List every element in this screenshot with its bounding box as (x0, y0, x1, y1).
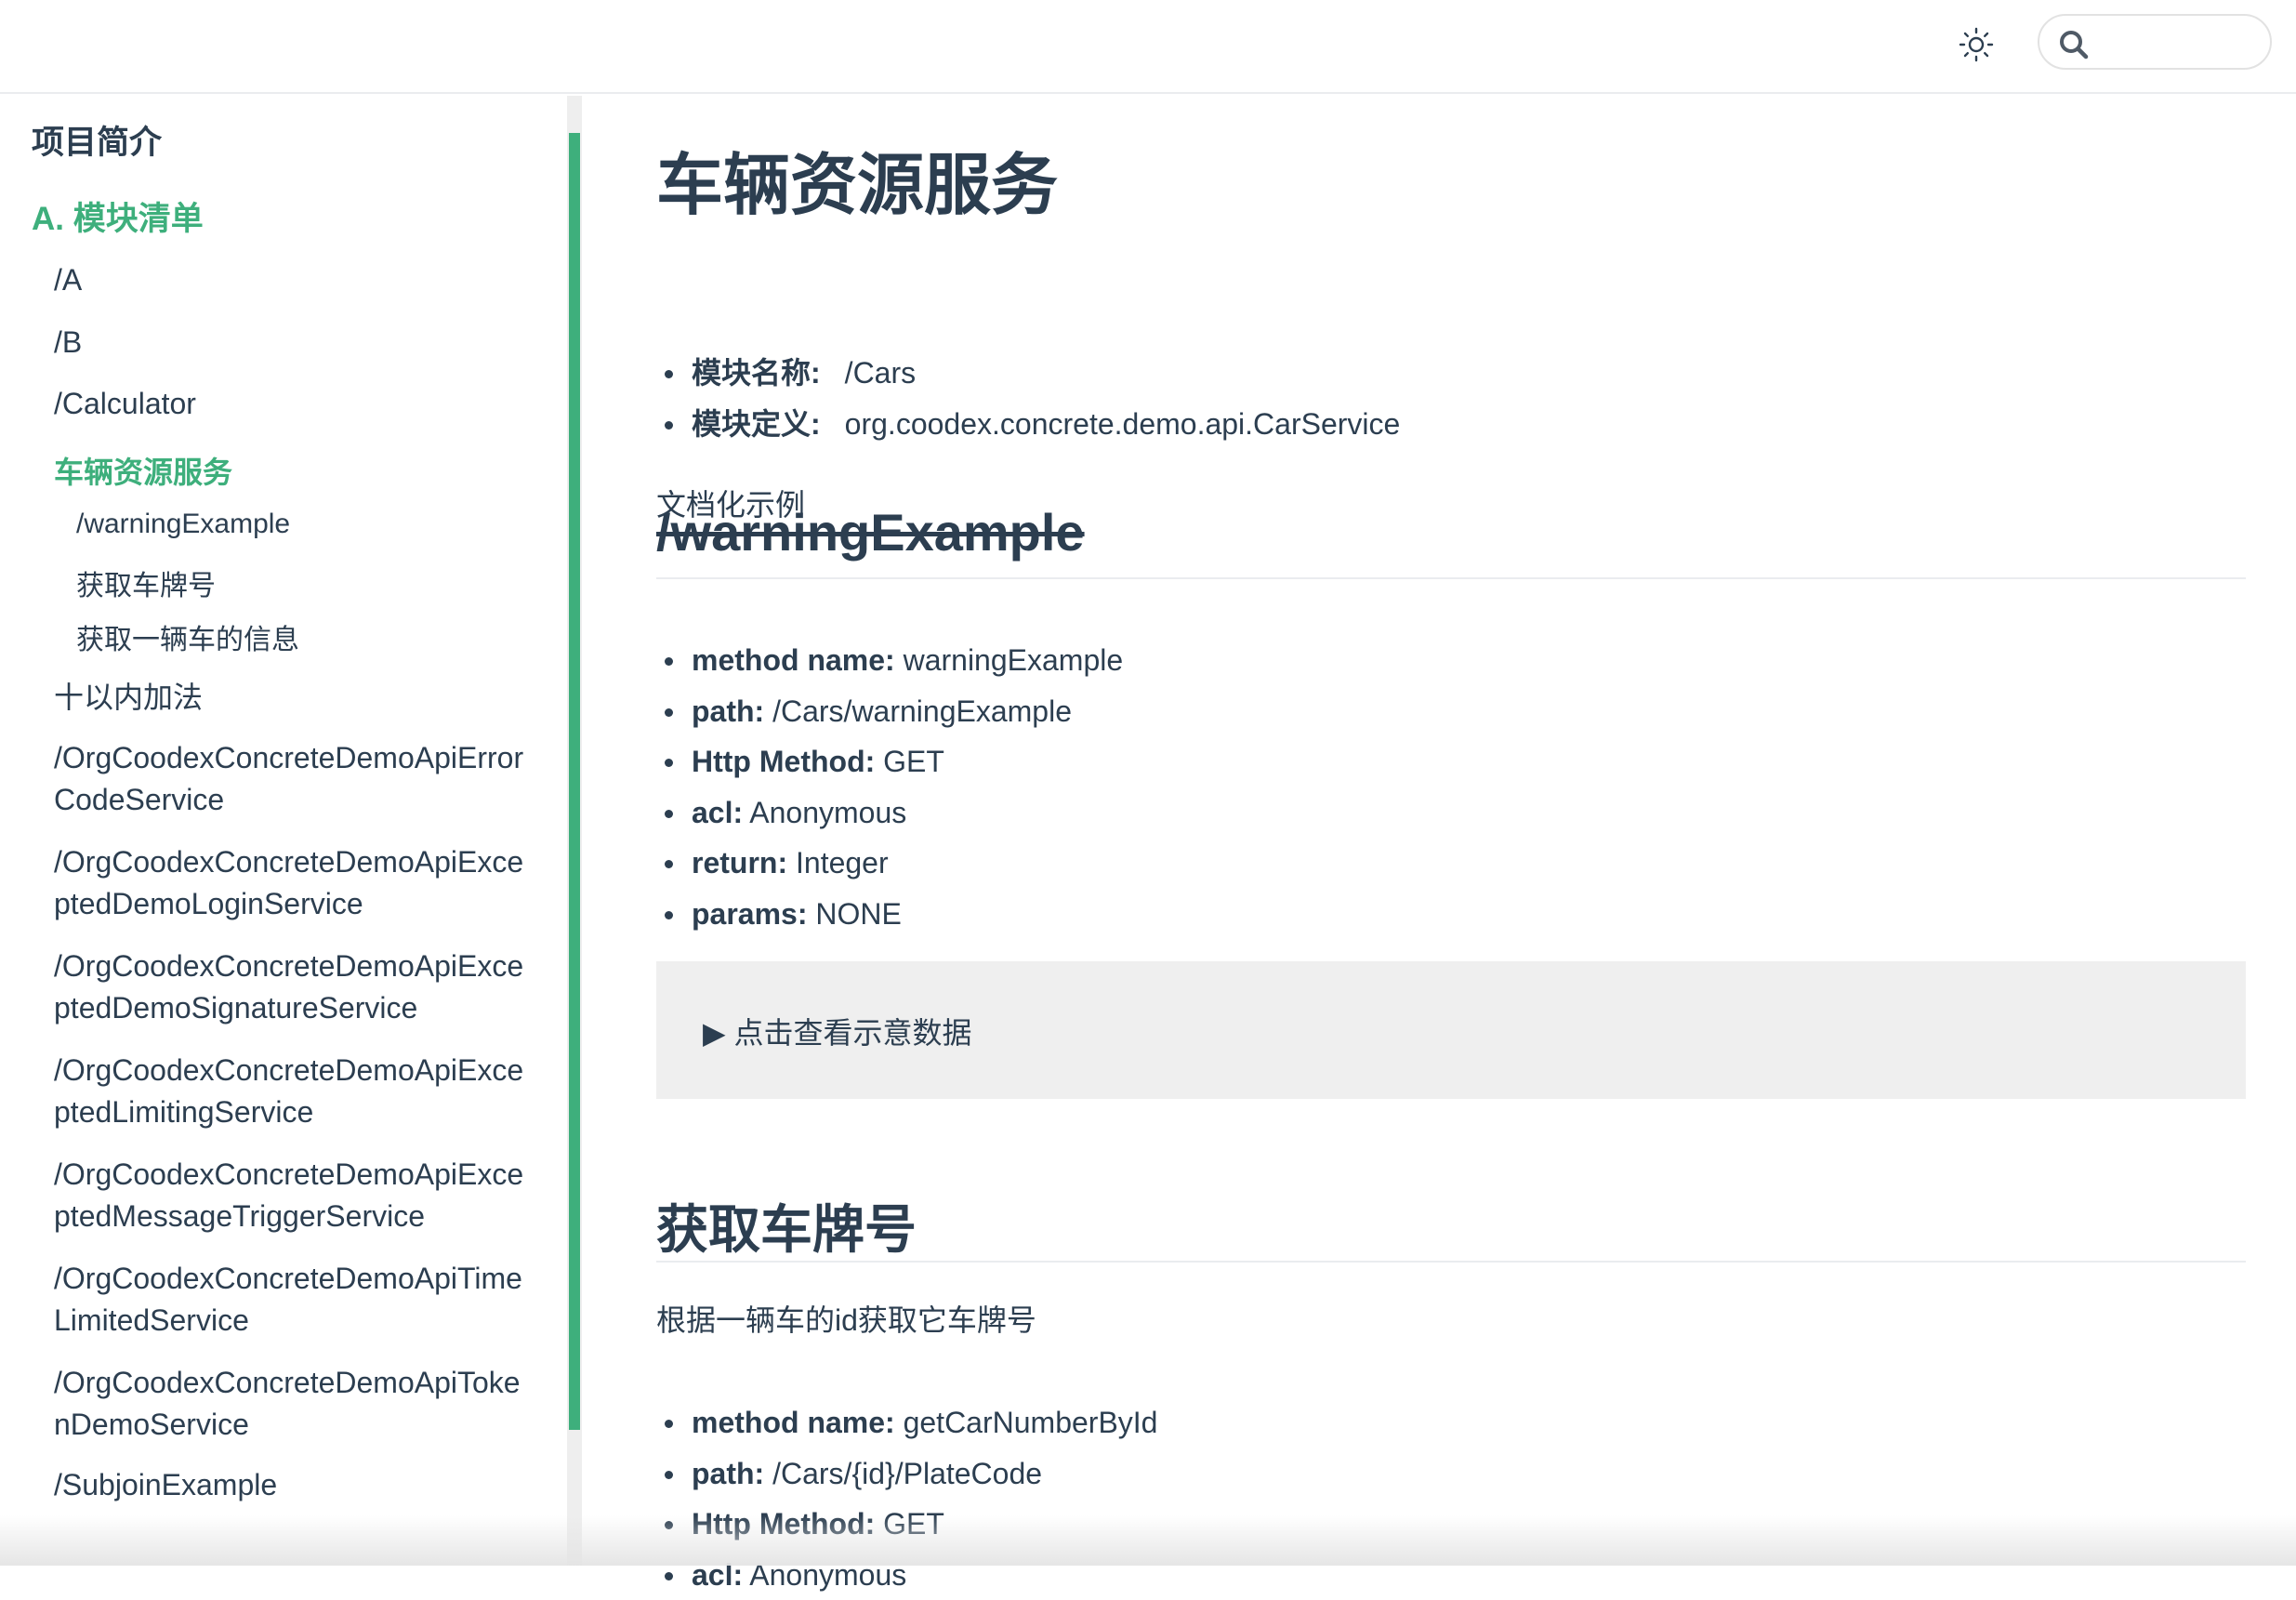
sidebar-subitem-warning-example[interactable]: /warningExample (76, 509, 290, 540)
search-box[interactable] (2038, 14, 2272, 70)
prop-value: Anonymous (743, 1558, 906, 1592)
list-item: path: /Cars/warningExample (656, 686, 1123, 737)
sidebar-item-car-service[interactable]: 车辆资源服务 (54, 449, 232, 492)
module-name-label: 模块名称: (692, 356, 821, 390)
sidebar-item-label-line: ptedDemoSignatureService (54, 987, 523, 1029)
prop-key: acl: (692, 796, 743, 829)
method-props-list: method name: getCarNumberById path: /Car… (656, 1397, 1157, 1600)
sidebar-item-label-line: LimitedService (54, 1300, 522, 1342)
list-item: 模块定义: org.coodex.concrete.demo.api.CarSer… (656, 399, 1400, 450)
top-navbar (0, 0, 2296, 94)
list-item: acl: Anonymous (656, 787, 1123, 839)
sidebar-item-label-line: /OrgCoodexConcreteDemoApiError (54, 737, 523, 779)
sidebar-item-label-line: CodeService (54, 779, 523, 821)
prop-value: Integer (787, 846, 889, 879)
sidebar-scrollbar-thumb[interactable] (569, 133, 580, 1430)
sidebar-heading-intro[interactable]: 项目简介 (32, 116, 162, 164)
module-def-label: 模块定义: (692, 407, 821, 441)
module-def-value: org.coodex.concrete.demo.api.CarService (845, 407, 1401, 441)
sidebar-item-label-line: nDemoService (54, 1404, 521, 1446)
sidebar-item-label-line: /OrgCoodexConcreteDemoApiTime (54, 1258, 522, 1300)
prop-key: return: (692, 846, 787, 879)
sidebar-item-label-line: /OrgCoodexConcreteDemoApiExce (54, 1154, 523, 1196)
sidebar-item-calculator[interactable]: /Calculator (54, 387, 196, 421)
list-item: method name: warningExample (656, 635, 1123, 686)
sidebar-heading-modules[interactable]: A. 模块清单 (32, 192, 204, 240)
sidebar-item-time-limited-service[interactable]: /OrgCoodexConcreteDemoApiTime LimitedSer… (54, 1258, 522, 1342)
sidebar-item-label-line: /OrgCoodexConcreteDemoApiExce (54, 841, 523, 883)
prop-value: /Cars/{id}/PlateCode (764, 1457, 1042, 1490)
prop-key: path: (692, 1457, 764, 1490)
prop-key: params: (692, 897, 808, 931)
prop-value: NONE (808, 897, 902, 931)
prop-value: GET (875, 1507, 944, 1540)
page-title: 车辆资源服务 (656, 144, 1058, 228)
prop-key: Http Method: (692, 745, 875, 778)
prop-key: method name: (692, 643, 895, 677)
prop-value: warningExample (895, 643, 1123, 677)
list-item: acl: Anonymous (656, 1550, 1157, 1600)
sample-data-summary-toggle[interactable]: ▶ 点击查看示意数据 (703, 1010, 972, 1052)
sidebar-item-demo-signature-service[interactable]: /OrgCoodexConcreteDemoApiExce ptedDemoSi… (54, 945, 523, 1029)
prop-key: Http Method: (692, 1507, 875, 1540)
prop-value: GET (875, 745, 944, 778)
sidebar-item-label-line: ptedLimitingService (54, 1091, 523, 1133)
list-item: 模块名称: /Cars (656, 348, 1400, 399)
sidebar-item-label-line: /OrgCoodexConcreteDemoApiExce (54, 1050, 523, 1091)
prop-key: method name: (692, 1406, 895, 1439)
sidebar-item-limiting-service[interactable]: /OrgCoodexConcreteDemoApiExce ptedLimiti… (54, 1050, 523, 1133)
sidebar-item-label-line: ptedMessageTriggerService (54, 1196, 523, 1237)
list-item: return: Integer (656, 838, 1123, 889)
sidebar-subitem-get-car-info[interactable]: 获取一辆车的信息 (76, 616, 299, 657)
search-icon (2058, 29, 2090, 60)
module-info-list: 模块名称: /Cars 模块定义: org.coodex.concrete.demo… (656, 348, 1400, 449)
list-item: path: /Cars/{id}/PlateCode (656, 1448, 1157, 1500)
theme-toggle-button[interactable] (1958, 26, 1995, 63)
sidebar-item-label-line: /OrgCoodexConcreteDemoApiToke (54, 1362, 521, 1404)
sidebar-item-demo-login-service[interactable]: /OrgCoodexConcreteDemoApiExce ptedDemoLo… (54, 841, 523, 925)
prop-value: getCarNumberById (895, 1406, 1158, 1439)
sidebar-subitem-get-plate[interactable]: 获取车牌号 (76, 562, 216, 603)
list-item: method name: getCarNumberById (656, 1397, 1157, 1448)
prop-key: path: (692, 694, 764, 728)
sidebar-item-subjoin-example[interactable]: /SubjoinExample (54, 1468, 277, 1502)
section-heading-warning-example: /warningExample (656, 502, 2246, 579)
prop-value: Anonymous (743, 796, 906, 829)
prop-key: acl: (692, 1558, 743, 1592)
sidebar-item-label-line: ptedDemoLoginService (54, 883, 523, 925)
list-item: params: NONE (656, 889, 1123, 940)
sidebar-item-error-code-service[interactable]: /OrgCoodexConcreteDemoApiError CodeServi… (54, 737, 523, 821)
sidebar-item-b[interactable]: /B (54, 325, 82, 360)
sidebar-item-a[interactable]: /A (54, 263, 82, 298)
method-props-list: method name: warningExample path: /Cars/… (656, 635, 1123, 939)
module-name-value: /Cars (845, 356, 916, 390)
sample-data-details[interactable]: ▶ 点击查看示意数据 (656, 961, 2246, 1099)
list-item: Http Method: GET (656, 1499, 1157, 1550)
list-item: Http Method: GET (656, 736, 1123, 787)
sidebar-item-label-line: /OrgCoodexConcreteDemoApiExce (54, 945, 523, 987)
sun-icon (1958, 26, 1995, 63)
search-input[interactable] (2101, 23, 2263, 62)
sidebar-item-message-trigger-service[interactable]: /OrgCoodexConcreteDemoApiExce ptedMessag… (54, 1154, 523, 1237)
prop-value: /Cars/warningExample (764, 694, 1072, 728)
sidebar-item-token-demo-service[interactable]: /OrgCoodexConcreteDemoApiToke nDemoServi… (54, 1362, 521, 1446)
sidebar-item-add-within-ten[interactable]: 十以内加法 (54, 674, 203, 717)
section-heading-get-plate: 获取车牌号 (656, 1188, 2246, 1263)
section-description: 根据一辆车的id获取它车牌号 (656, 1297, 1036, 1340)
sidebar: 项目简介 A. 模块清单 /A /B /Calculator 车辆资源服务 /w… (0, 96, 569, 1566)
